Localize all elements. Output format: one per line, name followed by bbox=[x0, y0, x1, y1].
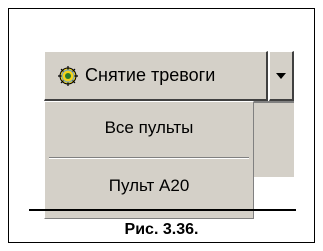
alarm-reset-label: Снятие тревоги bbox=[85, 65, 216, 85]
menu-item-label: Пульт А20 bbox=[108, 176, 190, 195]
dropdown-menu: Все пульты Пульт А20 bbox=[44, 101, 254, 219]
chevron-down-icon bbox=[276, 72, 286, 79]
dropdown-toggle-button[interactable] bbox=[269, 51, 294, 101]
figure-frame: Снятие тревоги Все пульты Пульт А20 Рис.… bbox=[8, 8, 315, 243]
alarm-reset-button[interactable]: Снятие тревоги bbox=[44, 51, 268, 101]
menu-item-label: Все пульты bbox=[104, 118, 194, 137]
menu-item-panel-a20[interactable]: Пульт А20 bbox=[45, 162, 253, 210]
figure-caption: Рис. 3.36. bbox=[124, 221, 199, 238]
menu-item-all-panels[interactable]: Все пульты bbox=[45, 104, 253, 152]
caption-divider bbox=[29, 209, 296, 211]
ui-screenshot: Снятие тревоги Все пульты Пульт А20 bbox=[44, 51, 294, 219]
alarm-bell-icon bbox=[57, 65, 79, 87]
toolbar-strip bbox=[254, 101, 294, 177]
menu-separator bbox=[49, 157, 249, 159]
